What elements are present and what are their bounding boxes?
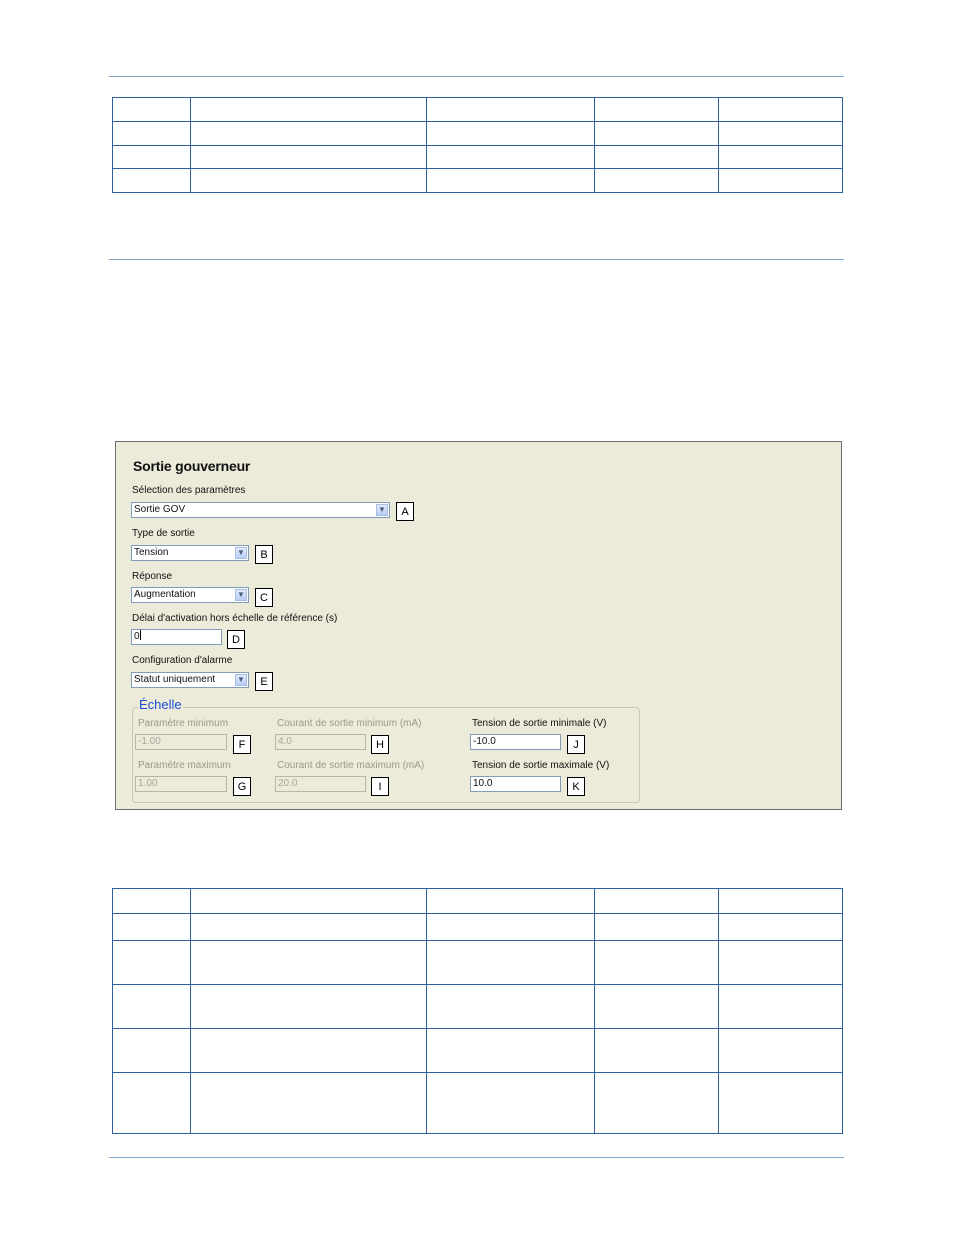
callout-j: J xyxy=(567,735,585,754)
voltage-min-input[interactable]: -10.0 xyxy=(470,734,561,750)
param-min-value: -1.00 xyxy=(138,736,161,747)
callout-i: I xyxy=(371,777,389,796)
callout-k: K xyxy=(567,777,585,796)
section-rule xyxy=(109,259,844,260)
delay-label: Délai d'activation hors échelle de référ… xyxy=(132,613,338,624)
alarm-config-value: Statut uniquement xyxy=(134,674,216,685)
footer-rule xyxy=(109,1157,844,1158)
top-table xyxy=(112,97,843,193)
current-max-input: 20.0 xyxy=(275,776,366,792)
response-select[interactable]: Augmentation ▼ xyxy=(131,587,249,603)
chevron-down-icon[interactable]: ▼ xyxy=(235,547,247,559)
table-row xyxy=(112,913,843,941)
table-row xyxy=(112,1028,843,1073)
table-row xyxy=(112,1072,843,1134)
response-label: Réponse xyxy=(132,571,173,582)
voltage-min-value: -10.0 xyxy=(473,736,496,747)
current-max-label: Courant de sortie maximum (mA) xyxy=(277,760,425,771)
output-type-value: Tension xyxy=(134,547,169,558)
text-caret xyxy=(139,630,141,640)
voltage-max-label: Tension de sortie maximale (V) xyxy=(472,760,610,771)
callout-c: C xyxy=(255,588,273,607)
alarm-config-label: Configuration d'alarme xyxy=(132,655,233,666)
callout-e: E xyxy=(255,672,273,691)
table-row xyxy=(112,145,843,169)
voltage-max-input[interactable]: 10.0 xyxy=(470,776,561,792)
callout-b: B xyxy=(255,545,273,564)
param-selection-select[interactable]: Sortie GOV ▼ xyxy=(131,502,390,518)
voltage-min-label: Tension de sortie minimale (V) xyxy=(472,718,607,729)
bottom-table xyxy=(112,888,843,1134)
param-selection-value: Sortie GOV xyxy=(134,504,186,515)
response-value: Augmentation xyxy=(134,589,196,600)
chevron-down-icon[interactable]: ▼ xyxy=(376,504,388,516)
current-min-input: 4.0 xyxy=(275,734,366,750)
callout-f: F xyxy=(233,735,251,754)
table-row xyxy=(112,888,843,914)
table-row xyxy=(112,97,843,122)
param-min-label: Paramètre minimum xyxy=(138,718,229,729)
callout-a: A xyxy=(396,502,414,521)
callout-h: H xyxy=(371,735,389,754)
param-max-value: 1.00 xyxy=(138,778,158,789)
output-type-label: Type de sortie xyxy=(132,528,195,539)
header-rule xyxy=(109,76,844,77)
table-row xyxy=(112,168,843,193)
current-min-label: Courant de sortie minimum (mA) xyxy=(277,718,422,729)
scale-legend: Échelle xyxy=(138,697,183,712)
delay-input[interactable]: 0 xyxy=(131,629,222,645)
panel-title: Sortie gouverneur xyxy=(133,458,251,474)
alarm-config-select[interactable]: Statut uniquement ▼ xyxy=(131,672,249,688)
current-max-value: 20.0 xyxy=(278,778,298,789)
table-row xyxy=(112,984,843,1029)
output-type-select[interactable]: Tension ▼ xyxy=(131,545,249,561)
current-min-value: 4.0 xyxy=(278,736,292,747)
callout-g: G xyxy=(233,777,251,796)
param-max-input: 1.00 xyxy=(135,776,227,792)
param-min-input: -1.00 xyxy=(135,734,227,750)
callout-d: D xyxy=(227,630,245,649)
governor-output-panel xyxy=(115,441,842,810)
table-row xyxy=(112,940,843,985)
chevron-down-icon[interactable]: ▼ xyxy=(235,589,247,601)
table-row xyxy=(112,121,843,146)
param-selection-label: Sélection des paramètres xyxy=(132,485,246,496)
chevron-down-icon[interactable]: ▼ xyxy=(235,674,247,686)
voltage-max-value: 10.0 xyxy=(473,778,493,789)
param-max-label: Paramètre maximum xyxy=(138,760,231,771)
